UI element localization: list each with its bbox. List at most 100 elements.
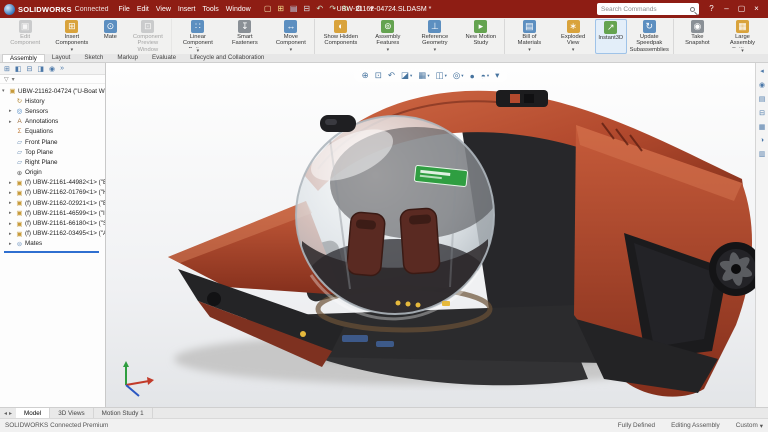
file-explorer-icon[interactable]: ⊟ bbox=[759, 109, 765, 117]
ribbon-button[interactable]: ▤ Bill of Materials ▾ bbox=[507, 19, 551, 54]
ribbon-tab[interactable]: Assembly bbox=[2, 54, 45, 62]
ribbon-button[interactable]: ⊚ Assembly Features ▾ bbox=[364, 19, 411, 54]
ribbon-button[interactable]: ▸ New Motion Study ▾ bbox=[458, 19, 505, 54]
scroll-left-icon[interactable]: ◂ bbox=[4, 410, 7, 417]
menu-item[interactable]: Window bbox=[226, 6, 251, 13]
displaymanager-tab-icon[interactable]: ◉ bbox=[49, 65, 55, 73]
save-icon[interactable]: ▤ bbox=[289, 0, 299, 18]
expand-arrow-icon[interactable]: ▸ bbox=[9, 119, 14, 125]
tree-item[interactable]: Σ Equations bbox=[2, 127, 105, 137]
dimxpertmanager-tab-icon[interactable]: ◨ bbox=[37, 65, 44, 73]
tree-item[interactable]: ▱ Top Plane bbox=[2, 147, 105, 157]
ribbon-tab[interactable]: Sketch bbox=[77, 54, 110, 62]
expand-arrow-icon[interactable]: ▸ bbox=[9, 231, 14, 237]
ribbon-button[interactable]: ↧ Smart Fasteners ▾ bbox=[221, 19, 268, 54]
tree-item[interactable]: ▱ Right Plane bbox=[2, 157, 105, 167]
filter-dropdown-icon[interactable]: ▾ bbox=[12, 76, 15, 83]
rollback-bar[interactable] bbox=[4, 251, 99, 253]
ribbon-button[interactable]: ⊙ Mate ▾ bbox=[95, 19, 125, 54]
ribbon-button[interactable]: ↗ Instant3D ▾ bbox=[595, 19, 627, 54]
minimize-icon[interactable]: – bbox=[719, 0, 734, 18]
undo-icon[interactable]: ↶ bbox=[315, 0, 325, 18]
maximize-icon[interactable]: ▢ bbox=[734, 0, 749, 18]
ribbon-button[interactable]: ⊞ Insert Components ▾ bbox=[48, 19, 95, 54]
expand-arrow-icon[interactable]: ▸ bbox=[9, 210, 14, 216]
pane-chevron-icon[interactable]: » bbox=[60, 65, 64, 72]
ribbon-button[interactable]: ◉ Take Snapshot ▾ bbox=[676, 19, 719, 54]
expand-arrow-icon[interactable]: ▸ bbox=[9, 190, 14, 196]
tree-item[interactable]: ▸ ▣ (f) UBW-21161-44982<1> ("Exostruc... bbox=[2, 178, 105, 188]
tree-item[interactable]: ▱ Front Plane bbox=[2, 137, 105, 147]
open-document-icon[interactable]: ⊞ bbox=[276, 0, 286, 18]
ribbon-button[interactable]: ∷ Linear Component Pattern ▾ bbox=[174, 19, 221, 54]
ribbon-button[interactable]: ↻ Update Speedpak Subassemblies ▾ bbox=[627, 19, 674, 54]
tree-item[interactable]: ▸ ◎ Sensors bbox=[2, 106, 105, 116]
close-icon[interactable]: × bbox=[749, 0, 764, 18]
tree-root-item[interactable]: ▾ ▣ UBW-21162-04724 ("U-Boat Worx NEMO..… bbox=[2, 86, 105, 96]
new-document-icon[interactable]: ▢ bbox=[263, 0, 273, 18]
ribbon-tab[interactable]: Layout bbox=[45, 54, 78, 62]
tree-item[interactable]: ⊕ Origin bbox=[2, 168, 105, 178]
tree-item[interactable]: ▸ ▣ (f) UBW-21161-46599<1> ("Interior ..… bbox=[2, 208, 105, 218]
ribbon-button[interactable]: ↔ Move Component ▾ bbox=[268, 19, 315, 54]
unit-system-selector[interactable]: Custom ▾ bbox=[736, 422, 763, 430]
expand-arrow-icon[interactable]: ▾ bbox=[2, 88, 7, 94]
ribbon-button[interactable]: ∗ Exploded View ▾ bbox=[552, 19, 595, 54]
expand-arrow-icon[interactable]: ▸ bbox=[9, 180, 14, 186]
ribbon-tab[interactable]: Evaluate bbox=[145, 54, 183, 62]
ribbon-tab[interactable]: Lifecycle and Collaboration bbox=[183, 54, 271, 62]
print-icon[interactable]: ⊟ bbox=[302, 0, 312, 18]
tree-item[interactable]: ▸ ⊚ Mates bbox=[2, 239, 105, 249]
view-palette-icon[interactable]: ▦ bbox=[759, 123, 766, 131]
ribbon-button[interactable]: ⊥ Reference Geometry ▾ bbox=[411, 19, 458, 54]
submarine-3d-model[interactable] bbox=[106, 63, 755, 407]
ribbon-button[interactable]: ⊡ Component Preview Window ▾ bbox=[125, 19, 172, 54]
edit-appearance-icon[interactable]: ● ▾ bbox=[470, 71, 475, 81]
menu-item[interactable]: Tools bbox=[202, 6, 218, 13]
expand-arrow-icon[interactable]: ▸ bbox=[9, 241, 14, 247]
expand-arrow-icon[interactable]: ▸ bbox=[9, 200, 14, 206]
ribbon-button[interactable]: ▣ Edit Component ▾ bbox=[2, 19, 48, 54]
tree-item[interactable]: ▸ ▣ (f) UBW-21162-02921<1> ("Battery S..… bbox=[2, 198, 105, 208]
appearances-icon[interactable]: ◑ bbox=[760, 137, 764, 144]
document-tab[interactable]: Model bbox=[16, 408, 50, 418]
filter-funnel-icon[interactable]: ▽ bbox=[4, 76, 9, 83]
scroll-right-icon[interactable]: ▸ bbox=[9, 410, 12, 417]
menu-item[interactable]: View bbox=[156, 6, 171, 13]
tree-item[interactable]: ▸ ▣ (f) UBW-21162-03495<1> ("Auto Co... bbox=[2, 229, 105, 239]
hide-show-items-icon[interactable]: ◎ ▾ bbox=[453, 70, 464, 81]
zoom-area-icon[interactable]: ⊡ ▾ bbox=[375, 70, 382, 81]
help-icon[interactable]: ? bbox=[704, 0, 719, 18]
design-library-icon[interactable]: ▤ bbox=[759, 95, 766, 103]
menu-item[interactable]: File bbox=[119, 6, 130, 13]
previous-view-icon[interactable]: ↶ ▾ bbox=[388, 70, 395, 81]
document-tab[interactable]: Motion Study 1 bbox=[94, 408, 153, 418]
ribbon-button[interactable]: ◐ Show Hidden Components ▾ bbox=[317, 19, 364, 54]
view-settings-icon[interactable]: ▾ ▾ bbox=[495, 70, 499, 81]
tree-item[interactable]: ▸ ▣ (f) UBW-21162-01769<1> ("Human ... bbox=[2, 188, 105, 198]
tree-item[interactable]: ▸ ▣ (f) UBW-21161-66180<1> ("Shape El... bbox=[2, 218, 105, 228]
section-view-icon[interactable]: ◪ ▾ bbox=[401, 70, 412, 81]
zoom-fit-icon[interactable]: ⊕ ▾ bbox=[362, 70, 369, 81]
custom-properties-icon[interactable]: ▥ bbox=[759, 150, 766, 158]
featuremanager-tab-icon[interactable]: ⊞ bbox=[4, 65, 10, 73]
ribbon-button[interactable]: ▦ Large Assembly Settings ▾ bbox=[719, 19, 766, 54]
search-icon[interactable] bbox=[690, 7, 695, 12]
threedexperience-icon[interactable]: ◉ bbox=[759, 81, 765, 89]
document-tab[interactable]: 3D Views bbox=[50, 408, 93, 418]
apply-scene-icon[interactable]: ◓ ▾ bbox=[481, 71, 489, 81]
expand-arrow-icon[interactable]: ▸ bbox=[9, 108, 14, 114]
view-orientation-icon[interactable]: ▦ ▾ bbox=[418, 70, 429, 81]
configurationmanager-tab-icon[interactable]: ⊟ bbox=[27, 65, 33, 73]
propertymanager-tab-icon[interactable]: ◧ bbox=[15, 65, 22, 73]
tree-item[interactable]: ▸ A Annotations bbox=[2, 117, 105, 127]
menu-item[interactable]: Edit bbox=[137, 6, 149, 13]
graphics-viewport[interactable]: ⊕ ▾ ⊡ ▾ ↶ ▾ ◪ ▾ ▦ ▾ ◫ ▾ ◎ ▾ ● ▾ ◓ ▾ ▾ ▾ bbox=[106, 63, 755, 407]
ribbon-tab[interactable]: Markup bbox=[110, 54, 145, 62]
collapse-taskpane-icon[interactable]: ◂ bbox=[760, 67, 764, 75]
menu-item[interactable]: Insert bbox=[178, 6, 196, 13]
display-style-icon[interactable]: ◫ ▾ bbox=[436, 70, 447, 81]
tree-item[interactable]: ↻ History bbox=[2, 96, 105, 106]
expand-arrow-icon[interactable]: ▸ bbox=[9, 221, 14, 227]
search-input[interactable]: Search Commands bbox=[597, 3, 699, 15]
